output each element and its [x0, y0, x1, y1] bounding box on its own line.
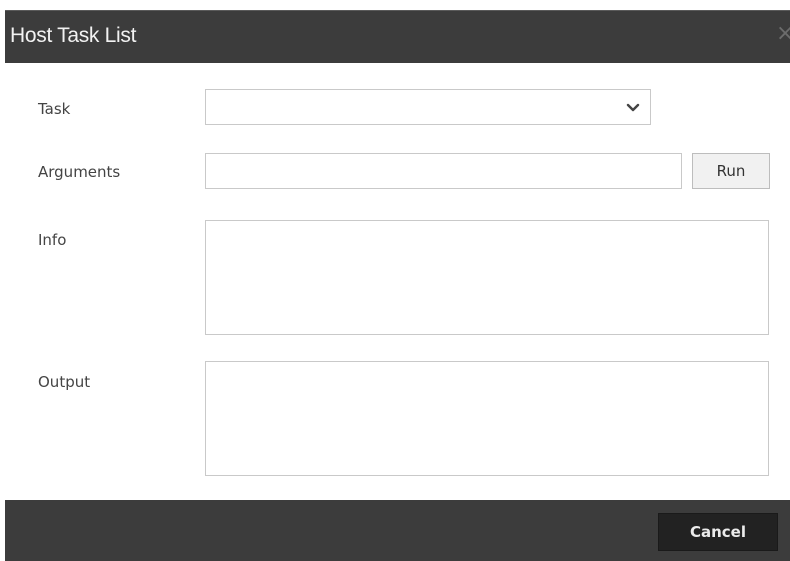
info-textarea[interactable]	[205, 220, 769, 335]
run-button[interactable]: Run	[692, 153, 770, 189]
host-task-list-dialog: Host Task List × Task Arguments Run Info…	[5, 10, 790, 561]
task-label: Task	[38, 100, 71, 118]
arguments-label: Arguments	[38, 163, 121, 181]
dialog-body: Task Arguments Run Info Output	[10, 63, 785, 500]
arguments-input[interactable]	[205, 153, 682, 189]
dialog-footer: Cancel	[5, 500, 790, 561]
top-strip	[0, 0, 790, 10]
chevron-down-icon	[626, 103, 640, 112]
task-select[interactable]	[205, 89, 651, 125]
dialog-title: Host Task List	[10, 24, 137, 47]
output-label: Output	[38, 373, 91, 391]
close-icon[interactable]: ×	[776, 23, 790, 45]
info-label: Info	[38, 231, 67, 249]
cancel-button[interactable]: Cancel	[658, 513, 778, 551]
dialog-titlebar: Host Task List ×	[5, 10, 790, 63]
output-textarea[interactable]	[205, 361, 769, 476]
